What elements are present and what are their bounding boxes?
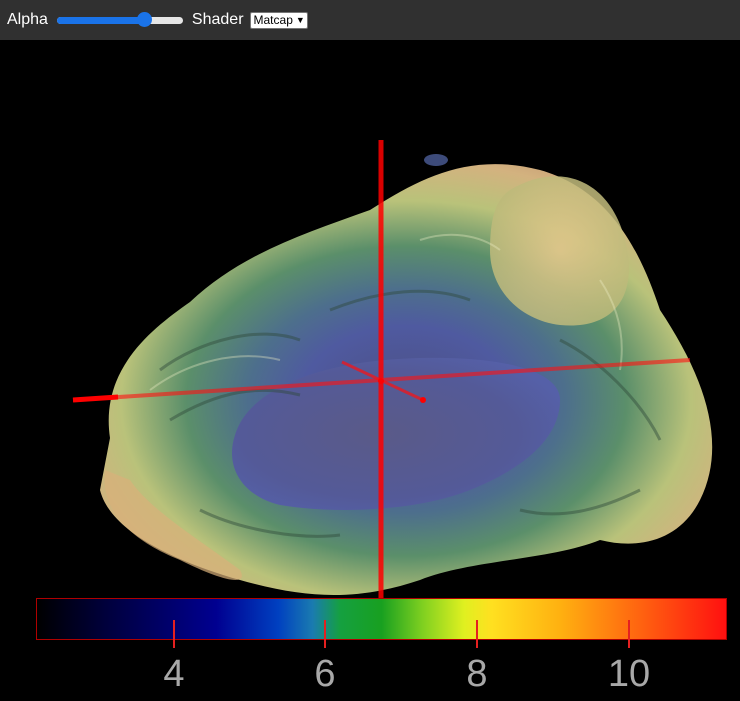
colorbar-tick-mark: [324, 620, 326, 648]
colorbar-tick-label: 4: [163, 653, 185, 695]
colorbar-tick-label: 6: [314, 653, 336, 695]
occipital-pole-marker: [424, 154, 448, 166]
chevron-down-icon: ▼: [295, 15, 305, 25]
crosshair-center: [378, 378, 384, 384]
colorbar-tick-label: 10: [607, 653, 651, 695]
shader-label: Shader: [191, 11, 244, 28]
alpha-label: Alpha: [7, 11, 48, 28]
alpha-slider[interactable]: [56, 12, 183, 28]
shader-select[interactable]: Matcap ▼: [249, 11, 308, 29]
shader-select-value: Matcap: [253, 13, 293, 27]
colorbar-tick-mark: [173, 620, 175, 648]
alpha-slider-thumb[interactable]: [137, 12, 153, 27]
colorbar-tick-label: 8: [466, 653, 488, 695]
colorbar-tick-mark: [476, 620, 478, 648]
crosshair-horizontal-stub: [72, 394, 119, 403]
crosshair-depth-end: [420, 397, 426, 403]
toolbar: Alpha Shader Matcap ▼: [0, 0, 740, 40]
colorbar-tick-mark: [628, 620, 630, 648]
alpha-slider-fill: [56, 17, 146, 24]
colorbar: [36, 598, 727, 640]
